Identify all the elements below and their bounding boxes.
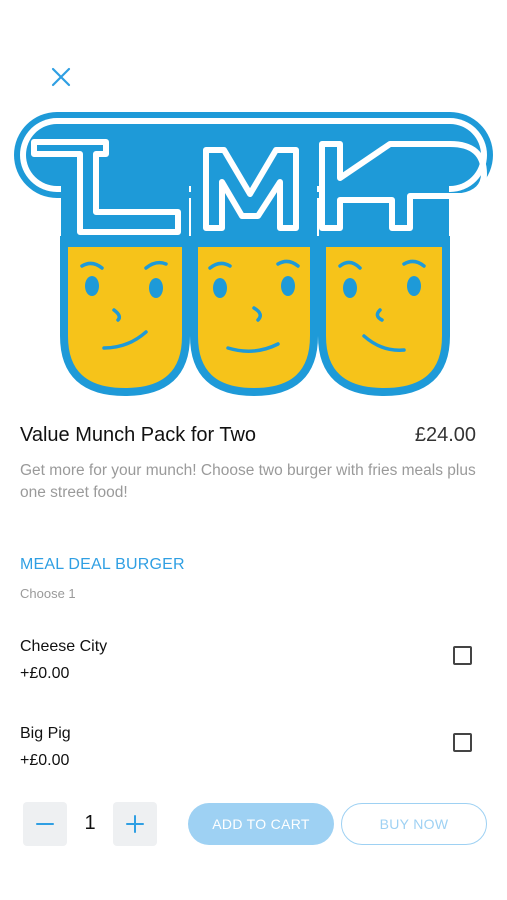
increase-quantity-button[interactable] — [113, 802, 157, 846]
section-title: MEAL DEAL BURGER — [20, 556, 185, 573]
lmk-logo — [14, 112, 493, 397]
option-price: +£0.00 — [20, 665, 70, 682]
quantity-value: 1 — [84, 812, 96, 834]
option-big-pig[interactable]: Big Pig +£0.00 — [20, 725, 480, 787]
product-image — [10, 104, 497, 402]
option-checkbox[interactable] — [453, 733, 472, 752]
close-button[interactable] — [46, 62, 76, 92]
add-to-cart-button[interactable]: ADD TO CART — [188, 803, 334, 845]
product-title: Value Munch Pack for Two — [20, 424, 257, 446]
product-header: Value Munch Pack for Two £24.00 — [20, 424, 476, 447]
section-subtitle: Choose 1 — [20, 586, 76, 601]
option-price: +£0.00 — [20, 752, 70, 769]
option-checkbox[interactable] — [453, 646, 472, 665]
option-cheese-city[interactable]: Cheese City +£0.00 — [20, 638, 480, 700]
plus-icon — [126, 815, 144, 833]
option-name: Big Pig — [20, 725, 71, 742]
option-name: Cheese City — [20, 638, 108, 655]
decrease-quantity-button[interactable] — [23, 802, 67, 846]
close-icon — [51, 67, 71, 87]
buy-now-button[interactable]: BUY NOW — [341, 803, 487, 845]
product-price: £24.00 — [414, 424, 476, 446]
product-description: Get more for your munch! Choose two burg… — [20, 462, 476, 501]
minus-icon — [36, 823, 54, 825]
